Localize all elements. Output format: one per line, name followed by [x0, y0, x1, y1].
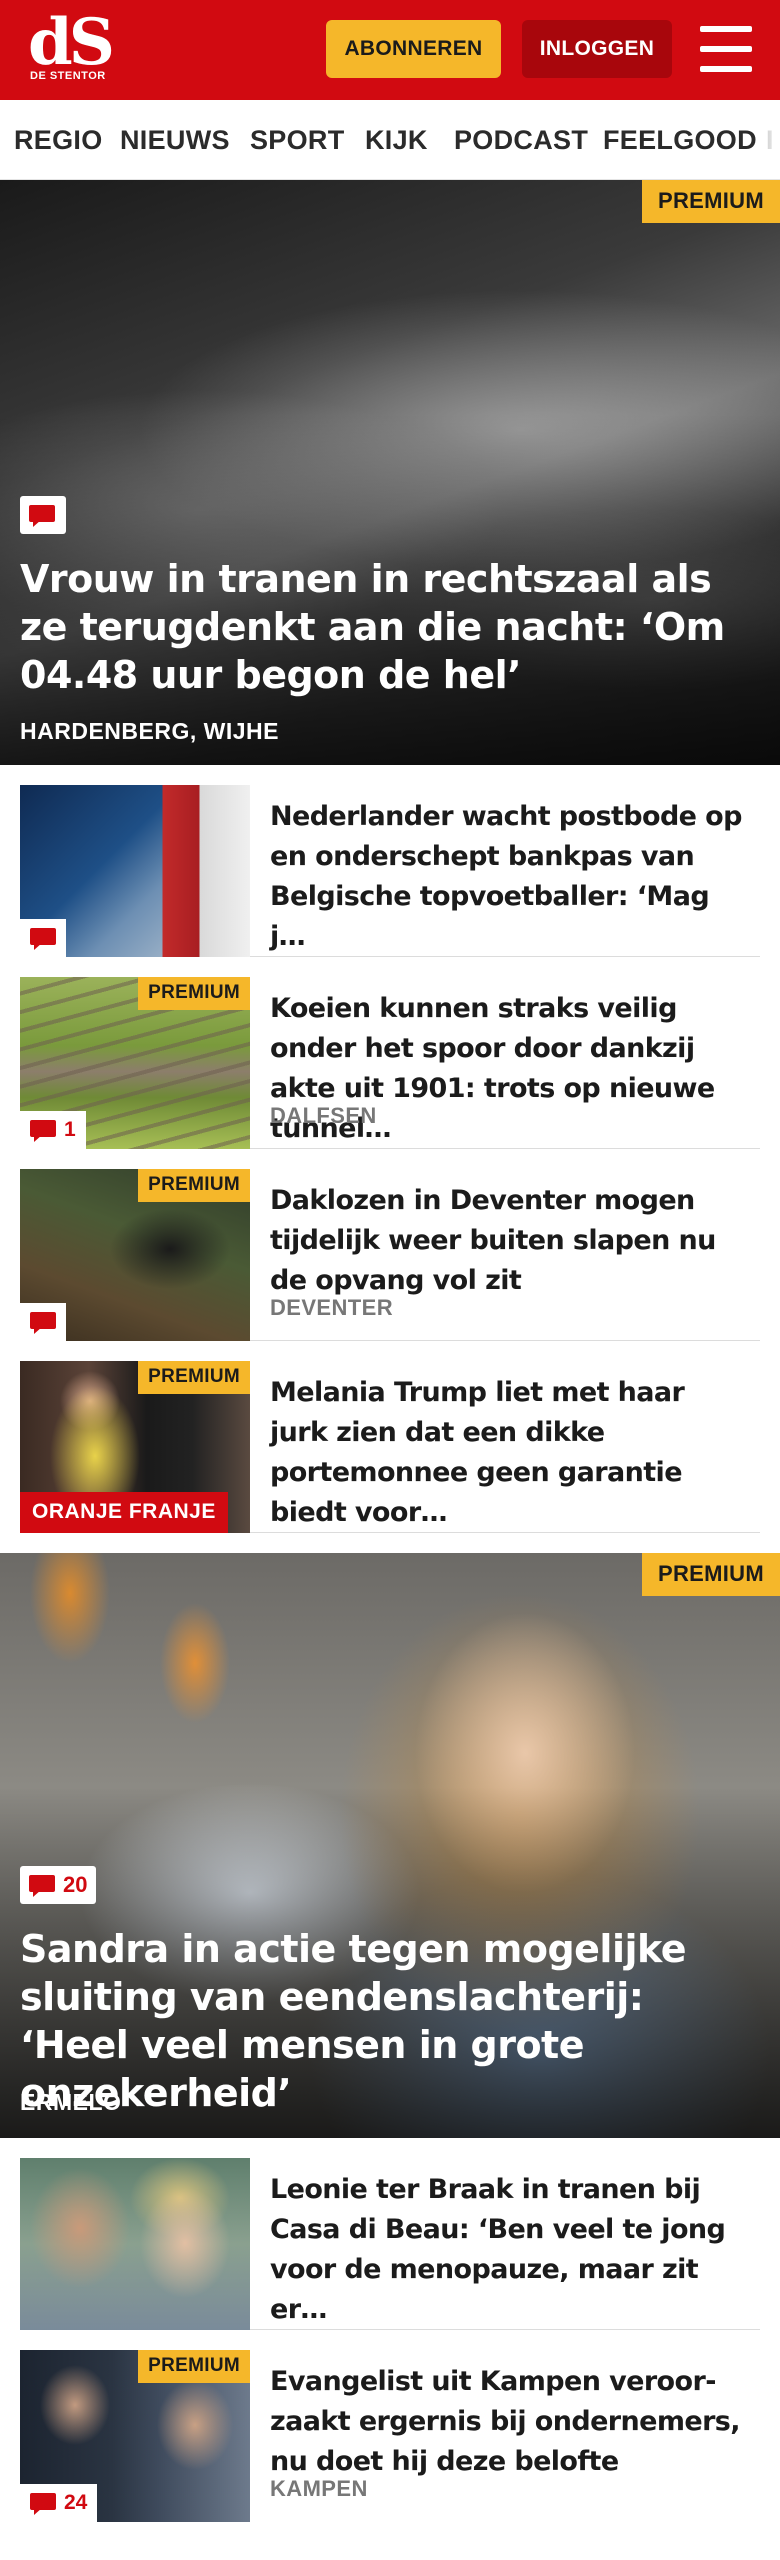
list-item[interactable]: PREMIUM 24 Evangelist uit Kampen veroor­… — [20, 2350, 760, 2522]
premium-badge: PREMIUM — [138, 2350, 250, 2383]
comment-icon — [29, 504, 55, 527]
article-thumbnail[interactable]: PREMIUM 1 — [20, 977, 250, 1149]
premium-badge: PREMIUM — [642, 1553, 780, 1596]
list-item[interactable]: Leonie ter Braak in tranen bij Casa di B… — [20, 2158, 760, 2330]
article-headline[interactable]: Evangelist uit Kampen veroor­zaakt erger… — [270, 2362, 750, 2482]
comments-indicator[interactable]: 1 — [20, 1111, 86, 1149]
logo-mark: dS — [28, 5, 115, 80]
article-thumbnail[interactable]: PREMIUM — [20, 1169, 250, 1341]
thumbnail-image — [20, 2158, 250, 2330]
premium-badge: PREMIUM — [642, 180, 780, 223]
hero-headline[interactable]: Sandra in actie tegen mogelijke sluiting… — [20, 1925, 740, 2117]
article-thumbnail[interactable] — [20, 785, 250, 957]
nav-item-regio[interactable]: REGIO — [14, 100, 103, 179]
article-location: KAMPEN — [270, 2476, 368, 2501]
list-item[interactable]: PREMIUM ORANJE FRANJE Melania Trump liet… — [20, 1361, 760, 1533]
hero-article[interactable]: PREMIUM Vrouw in tranen in rechtszaal al… — [0, 180, 780, 765]
article-thumbnail[interactable]: PREMIUM ORANJE FRANJE — [20, 1361, 250, 1533]
site-logo[interactable]: dS DE STENTOR — [28, 5, 118, 92]
premium-badge: PREMIUM — [138, 977, 250, 1010]
hero-article[interactable]: PREMIUM 20 Sandra in actie tegen mogelij… — [0, 1553, 780, 2138]
hero-location: ERMELO — [20, 2089, 122, 2115]
hero-location: HARDENBERG, WIJHE — [20, 718, 279, 744]
section-nav: REGIO NIEUWS SPORT KIJK PODCAST FEELGOOD… — [0, 100, 780, 180]
article-location: DALFSEN — [270, 1103, 377, 1128]
comment-icon — [30, 927, 56, 950]
site-header: dS DE STENTOR ABONNEREN INLOGGEN — [0, 0, 780, 100]
premium-badge: PREMIUM — [138, 1169, 250, 1202]
comments-indicator[interactable]: 24 — [20, 2484, 98, 2522]
nav-fade — [760, 100, 780, 179]
category-label: ORANJE FRANJE — [20, 1492, 228, 1533]
article-headline[interactable]: Melania Trump liet met haar jurk zien da… — [270, 1373, 750, 1533]
nav-item-kijk[interactable]: KIJK — [365, 100, 428, 179]
comments-indicator[interactable] — [20, 919, 66, 957]
comments-indicator[interactable] — [20, 1303, 66, 1341]
article-location: DEVENTER — [270, 1295, 393, 1320]
nav-item-sport[interactable]: SPORT — [250, 100, 345, 179]
hero-headline[interactable]: Vrouw in tranen in rechtszaal als ze ter… — [20, 555, 740, 699]
nav-item-nieuws[interactable]: NIEUWS — [120, 100, 230, 179]
login-button[interactable]: INLOGGEN — [522, 20, 672, 78]
menu-icon[interactable] — [700, 26, 752, 72]
list-item[interactable]: PREMIUM 1 Koeien kunnen straks veilig on… — [20, 977, 760, 1149]
article-thumbnail[interactable]: PREMIUM 24 — [20, 2350, 250, 2522]
comments-indicator[interactable]: 20 — [20, 1866, 97, 1904]
nav-item-feelgood[interactable]: FEELGOOD — [603, 100, 757, 179]
comment-count: 20 — [63, 1872, 88, 1897]
nav-item-podcast[interactable]: PODCAST — [454, 100, 588, 179]
comment-icon — [30, 1119, 56, 1142]
comment-count: 24 — [64, 2491, 88, 2514]
logo-subtitle: DE STENTOR — [30, 70, 106, 82]
article-headline[interactable]: Daklozen in Deventer mogen tijdelijk wee… — [270, 1181, 750, 1301]
subscribe-button[interactable]: ABONNEREN — [326, 20, 501, 78]
comment-icon — [30, 1311, 56, 1334]
comment-icon — [29, 1874, 55, 1897]
list-item[interactable]: PREMIUM Daklozen in Deventer mogen tijde… — [20, 1169, 760, 1341]
comment-count: 1 — [64, 1118, 76, 1141]
article-headline[interactable]: Leonie ter Braak in tranen bij Casa di B… — [270, 2170, 750, 2330]
comment-icon — [30, 2492, 56, 2515]
article-headline[interactable]: Nederlander wacht postbode op en ondersc… — [270, 797, 750, 957]
list-item[interactable]: Nederlander wacht postbode op en ondersc… — [20, 785, 760, 957]
article-thumbnail[interactable] — [20, 2158, 250, 2330]
premium-badge: PREMIUM — [138, 1361, 250, 1394]
comments-indicator[interactable] — [20, 496, 66, 534]
